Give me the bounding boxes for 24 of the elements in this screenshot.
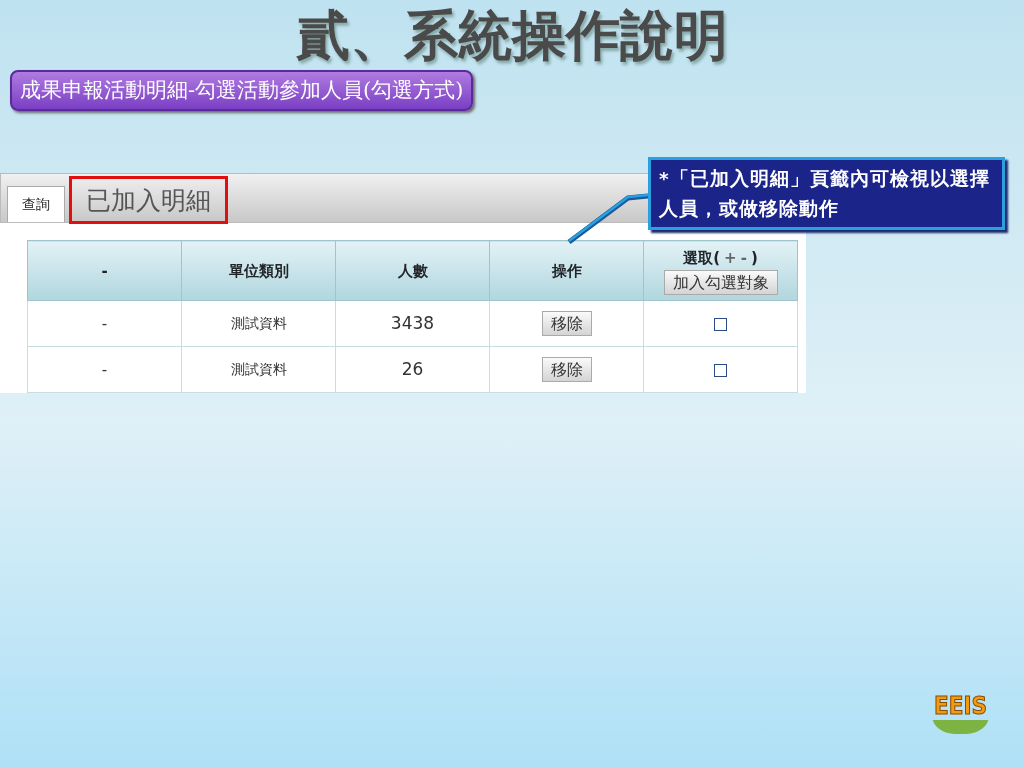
- table-cell: 3438: [335, 300, 490, 347]
- callout-box: *「已加入明細」頁籤內可檢視以選擇人員，或做移除動作: [648, 157, 1005, 231]
- remove-button[interactable]: 移除: [541, 311, 592, 337]
- column-header: 單位類別: [181, 240, 336, 301]
- table-cell: 測試資料: [181, 300, 336, 347]
- slide-title: 貳、系統操作說明: [296, 3, 728, 67]
- column-header: -: [27, 240, 182, 301]
- minus-link[interactable]: -: [740, 249, 747, 268]
- header-label: ): [750, 249, 758, 268]
- tab[interactable]: 已加入明細: [69, 176, 228, 225]
- column-header: 操作: [489, 240, 644, 301]
- header-label: 選取(: [683, 249, 721, 268]
- column-header: 人數: [335, 240, 490, 301]
- table-cell: -: [27, 346, 182, 393]
- plus-link[interactable]: +: [724, 249, 737, 268]
- checkbox[interactable]: [714, 317, 727, 331]
- subtitle-banner: 成果申報活動明細-勾選活動參加人員(勾選方式): [10, 70, 474, 112]
- tab[interactable]: 查詢: [7, 186, 65, 223]
- add-selected-button[interactable]: 加入勾選對象: [663, 269, 778, 295]
- table-cell: 26: [335, 346, 490, 393]
- table-cell: -: [27, 300, 182, 347]
- checkbox[interactable]: [714, 363, 727, 377]
- table-cell: 測試資料: [181, 346, 336, 393]
- remove-button[interactable]: 移除: [541, 357, 592, 383]
